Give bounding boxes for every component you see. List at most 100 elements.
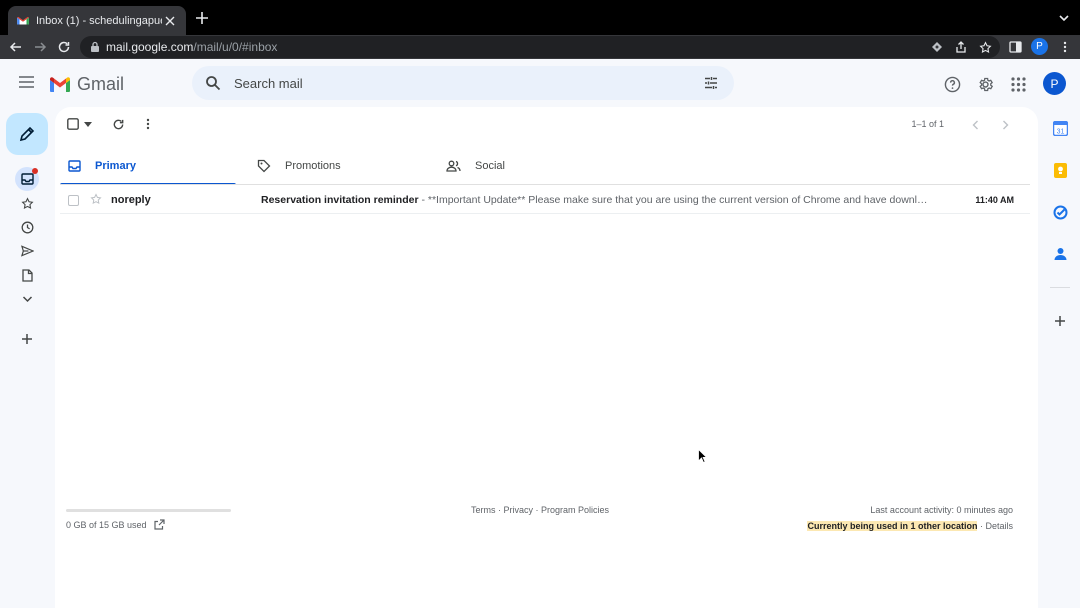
main-panel: 1–1 of 1 Primary Promotions Social norep… bbox=[55, 107, 1038, 608]
email-subject-line: Reservation invitation reminder - **Impo… bbox=[261, 194, 943, 206]
tasks-icon[interactable] bbox=[1052, 204, 1068, 220]
nav-create-label[interactable] bbox=[15, 327, 39, 351]
older-chevron-right-icon[interactable] bbox=[1002, 120, 1009, 130]
contacts-icon[interactable] bbox=[1052, 246, 1068, 262]
support-help-icon[interactable] bbox=[943, 75, 961, 93]
inbox-icon bbox=[68, 160, 81, 172]
browser-toolbar: mail.google.com/mail/u/0/#inbox P bbox=[0, 35, 1080, 59]
email-checkbox[interactable] bbox=[68, 195, 79, 206]
tab-social-label: Social bbox=[475, 160, 505, 172]
inbox-icon bbox=[20, 173, 34, 185]
tabs-divider bbox=[60, 184, 1030, 185]
chevron-down-icon bbox=[22, 296, 32, 303]
footer: 0 GB of 15 GB used Terms · Privacy · Pro… bbox=[55, 505, 1038, 545]
keep-icon[interactable] bbox=[1052, 162, 1068, 178]
storage-meter bbox=[66, 509, 231, 512]
storage-text: 0 GB of 15 GB used bbox=[66, 519, 147, 530]
newer-chevron-left-icon[interactable] bbox=[972, 120, 979, 130]
mouse-cursor-icon bbox=[698, 449, 707, 463]
gmail-wordmark: Gmail bbox=[77, 74, 125, 94]
search-input[interactable] bbox=[234, 74, 674, 92]
forward-icon[interactable] bbox=[32, 39, 48, 55]
gmail-favicon-icon bbox=[16, 14, 30, 28]
select-dropdown-icon[interactable] bbox=[84, 122, 92, 127]
bookmark-star-icon[interactable] bbox=[977, 39, 993, 55]
clock-icon bbox=[21, 221, 33, 233]
pencil-icon bbox=[19, 126, 35, 142]
get-addons-plus-icon[interactable] bbox=[1052, 313, 1068, 329]
draft-file-icon bbox=[21, 268, 33, 282]
address-bar[interactable]: mail.google.com/mail/u/0/#inbox bbox=[80, 36, 1000, 58]
browser-tab-bar: Inbox (1) - schedulingapuexam bbox=[0, 0, 1080, 35]
lock-icon[interactable] bbox=[90, 41, 100, 53]
privacy-link[interactable]: Privacy bbox=[504, 505, 534, 515]
google-apps-icon[interactable] bbox=[1009, 75, 1027, 93]
list-toolbar: 1–1 of 1 bbox=[55, 107, 1038, 143]
back-icon[interactable] bbox=[8, 39, 24, 55]
browser-menu-icon[interactable] bbox=[1057, 39, 1073, 55]
terms-link[interactable]: Terms bbox=[471, 505, 496, 515]
nav-sent[interactable] bbox=[15, 239, 39, 263]
more-options-icon[interactable] bbox=[146, 118, 150, 130]
link-separator: · bbox=[533, 505, 542, 515]
email-snippet: - **Important Update** Please make sure … bbox=[418, 194, 928, 206]
gmail-logo[interactable]: Gmail bbox=[49, 74, 124, 95]
search-icon[interactable] bbox=[205, 75, 221, 91]
plus-icon bbox=[22, 334, 32, 344]
browser-profile-avatar[interactable]: P bbox=[1031, 38, 1048, 55]
url-host: mail.google.com bbox=[106, 40, 194, 54]
storage-info: 0 GB of 15 GB used bbox=[66, 519, 165, 530]
people-icon bbox=[446, 160, 461, 172]
nav-more[interactable] bbox=[15, 287, 39, 311]
open-external-icon[interactable] bbox=[153, 519, 165, 530]
pagination-text: 1–1 of 1 bbox=[911, 119, 944, 129]
select-all-checkbox[interactable] bbox=[67, 118, 79, 130]
extension-diamond-icon[interactable] bbox=[929, 39, 945, 55]
compose-button[interactable] bbox=[6, 113, 48, 155]
tag-icon bbox=[257, 159, 271, 173]
tab-promotions-label: Promotions bbox=[285, 160, 341, 172]
last-activity-text: Last account activity: 0 minutes ago bbox=[870, 505, 1013, 515]
reload-icon[interactable] bbox=[56, 39, 72, 55]
search-bar[interactable] bbox=[192, 66, 734, 100]
footer-links: Terms · Privacy · Program Policies bbox=[471, 505, 609, 515]
search-options-icon[interactable] bbox=[703, 75, 719, 91]
tab-search-chevron-icon[interactable] bbox=[1058, 12, 1070, 24]
url-path: /mail/u/0/#inbox bbox=[193, 40, 278, 54]
settings-gear-icon[interactable] bbox=[976, 75, 994, 93]
category-tabs: Primary Promotions Social bbox=[60, 147, 1030, 185]
send-icon bbox=[20, 245, 34, 257]
account-avatar[interactable]: P bbox=[1043, 72, 1066, 95]
new-tab-icon[interactable] bbox=[194, 10, 210, 26]
email-subject: Reservation invitation reminder bbox=[261, 194, 419, 206]
close-tab-icon[interactable] bbox=[162, 13, 178, 29]
gmail-m-icon bbox=[50, 77, 70, 92]
gmail-header: Gmail P bbox=[0, 59, 1080, 107]
tab-primary[interactable]: Primary bbox=[60, 147, 236, 185]
email-time: 11:40 AM bbox=[975, 195, 1014, 205]
svg-text:31: 31 bbox=[1056, 128, 1064, 135]
browser-tab[interactable]: Inbox (1) - schedulingapuexam bbox=[8, 6, 186, 35]
nav-drafts[interactable] bbox=[15, 263, 39, 287]
refresh-icon[interactable] bbox=[112, 118, 125, 131]
program-policies-link[interactable]: Program Policies bbox=[541, 505, 609, 515]
browser-tab-title: Inbox (1) - schedulingapuexam bbox=[36, 14, 162, 27]
nav-inbox[interactable] bbox=[15, 167, 39, 191]
link-separator: · bbox=[495, 505, 504, 515]
share-icon[interactable] bbox=[953, 39, 969, 55]
side-panel-icon[interactable] bbox=[1007, 39, 1023, 55]
star-icon bbox=[20, 196, 34, 209]
email-sender: noreply bbox=[111, 194, 151, 206]
details-link[interactable]: Details bbox=[985, 521, 1013, 531]
star-toggle-icon[interactable] bbox=[90, 193, 102, 205]
url-text: mail.google.com/mail/u/0/#inbox bbox=[106, 40, 277, 54]
nav-starred[interactable] bbox=[15, 191, 39, 215]
nav-snoozed[interactable] bbox=[15, 215, 39, 239]
calendar-icon[interactable]: 31 bbox=[1052, 120, 1068, 136]
side-panel-divider bbox=[1050, 287, 1070, 288]
tab-promotions[interactable]: Promotions bbox=[257, 147, 433, 185]
email-row[interactable]: noreply Reservation invitation reminder … bbox=[60, 186, 1030, 214]
main-menu-icon[interactable] bbox=[18, 75, 35, 89]
side-panel: 31 bbox=[1042, 107, 1080, 608]
tab-social[interactable]: Social bbox=[446, 147, 622, 185]
